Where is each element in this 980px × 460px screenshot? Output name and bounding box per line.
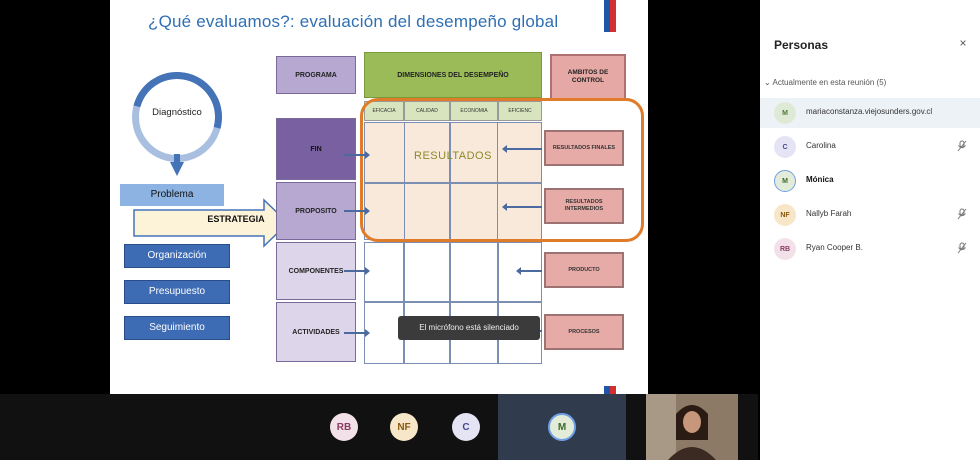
arrow-left-icon	[502, 203, 542, 211]
budget-box: Presupuesto	[124, 280, 230, 304]
mic-off-icon	[956, 208, 968, 220]
participant-avatar: NF	[774, 204, 796, 226]
processes-box: PROCESOS	[544, 314, 624, 350]
person-silhouette-icon	[646, 394, 738, 460]
avatar-c[interactable]: C	[452, 413, 480, 441]
avatar-m[interactable]: M	[548, 413, 576, 441]
grid-cell	[450, 242, 498, 302]
intermediate-results-box: RESULTADOS INTERMEDIOS	[544, 188, 624, 224]
in-meeting-section-label[interactable]: ⌄ Actualmente en esta reunión (5)	[764, 78, 886, 87]
meeting-window: ¿Qué evaluamos?: evaluación del desempeñ…	[0, 0, 980, 460]
diagnostic-label: Diagnóstico	[152, 107, 202, 118]
participant-avatar: M	[774, 102, 796, 124]
final-results-box: RESULTADOS FINALES	[544, 130, 624, 166]
shared-slide: ¿Qué evaluamos?: evaluación del desempeñ…	[110, 0, 648, 394]
grid-cell	[364, 242, 404, 302]
slide-title: ¿Qué evaluamos?: evaluación del desempeñ…	[148, 12, 559, 31]
mic-muted-toast: El micrófono está silenciado	[398, 316, 540, 340]
self-camera-preview[interactable]	[646, 394, 738, 460]
participant-name: Ryan Cooper B.	[806, 243, 863, 252]
participant-avatar: M	[774, 170, 796, 192]
flag-red-stripe	[610, 0, 616, 32]
arrow-left-icon	[516, 267, 542, 275]
mic-off-icon	[956, 140, 968, 152]
participant-row[interactable]: RB Ryan Cooper B.	[760, 234, 980, 264]
avatar-nf[interactable]: NF	[390, 413, 418, 441]
participant-avatar: RB	[774, 238, 796, 260]
panel-title: Personas	[774, 38, 829, 52]
arrow-right-icon	[344, 207, 370, 215]
arrow-right-icon	[344, 329, 370, 337]
product-box: PRODUCTO	[544, 252, 624, 288]
participant-name: Nallyb Farah	[806, 209, 852, 218]
down-arrow-icon	[170, 162, 184, 176]
participant-name: Carolina	[806, 141, 836, 150]
participant-row[interactable]: C Carolina	[760, 132, 980, 162]
flag-red-stripe-bottom	[610, 386, 616, 394]
participant-name: Mónica	[806, 175, 834, 184]
arrow-right-icon	[344, 151, 370, 159]
participant-row[interactable]: M mariaconstanza.viejosunders.gov.cl	[760, 98, 980, 128]
participant-name: mariaconstanza.viejosunders.gov.cl	[806, 107, 933, 116]
monitoring-box: Seguimiento	[124, 316, 230, 340]
people-panel: Personas × ⌄ Actualmente en esta reunión…	[760, 0, 980, 460]
program-box: PROGRAMA	[276, 56, 356, 94]
arrow-left-icon	[502, 145, 542, 153]
grid-cell	[404, 242, 450, 302]
problem-box: Problema	[120, 184, 224, 206]
organization-box: Organización	[124, 244, 230, 268]
mic-off-icon	[956, 242, 968, 254]
avatar-rb[interactable]: RB	[330, 413, 358, 441]
participant-avatar: C	[774, 136, 796, 158]
participant-row[interactable]: M Mónica	[760, 166, 980, 196]
participant-row[interactable]: NF Nallyb Farah	[760, 200, 980, 230]
control-header: AMBITOS DE CONTROL	[550, 54, 626, 100]
arrow-right-icon	[344, 267, 370, 275]
fin-box: FIN	[276, 118, 356, 180]
close-icon[interactable]: ×	[956, 36, 970, 50]
participants-bar	[0, 394, 758, 460]
dimensions-header: DIMENSIONES DEL DESEMPEÑO	[364, 52, 542, 98]
